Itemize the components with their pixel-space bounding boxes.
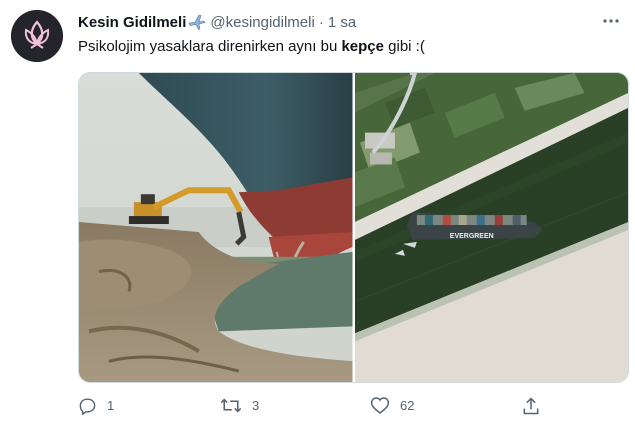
like-count: 62 bbox=[400, 398, 415, 413]
retweet-count: 3 bbox=[252, 398, 260, 413]
tweet-timestamp[interactable]: 1 sa bbox=[328, 14, 356, 31]
tweet-text: Psikolojim yasaklara direnirken aynı bu … bbox=[78, 38, 425, 55]
reply-icon bbox=[79, 398, 96, 415]
tweet-text-bold: kepçe bbox=[341, 38, 384, 55]
media-grid: EVERGREEN bbox=[78, 72, 629, 383]
separator-dot: · bbox=[318, 13, 324, 31]
heart-icon bbox=[370, 397, 390, 414]
airplane-emoji-icon bbox=[188, 14, 206, 30]
excavator-photo-image bbox=[79, 73, 353, 382]
satellite-photo-image: EVERGREEN bbox=[354, 73, 628, 382]
reply-count: 1 bbox=[107, 398, 115, 413]
lotus-logo-icon bbox=[11, 10, 63, 62]
display-name[interactable]: Kesin Gidilmeli bbox=[78, 14, 186, 31]
reply-action[interactable]: 1 bbox=[78, 396, 114, 415]
photo-excavator-ship[interactable] bbox=[79, 73, 353, 382]
more-options-icon[interactable] bbox=[601, 11, 621, 31]
photo-satellite-canal[interactable]: EVERGREEN bbox=[354, 73, 628, 382]
tweet-header: Kesin Gidilmeli @kesingidilmeli · 1 sa bbox=[78, 11, 615, 33]
tweet-text-part: Psikolojim yasaklara direnirken aynı bu bbox=[78, 38, 342, 55]
share-action[interactable] bbox=[521, 396, 541, 416]
ship-name-text: EVERGREEN bbox=[449, 233, 493, 240]
retweet-icon bbox=[220, 398, 242, 413]
retweet-action[interactable]: 3 bbox=[220, 396, 259, 415]
like-action[interactable]: 62 bbox=[370, 396, 414, 415]
tweet-actions: 1 3 62 bbox=[78, 396, 558, 420]
ship-hull-satellite: EVERGREEN bbox=[406, 212, 543, 240]
tweet-text-part: gibi :( bbox=[384, 38, 425, 55]
avatar[interactable] bbox=[11, 10, 63, 62]
user-handle[interactable]: @kesingidilmeli bbox=[210, 14, 314, 31]
share-icon bbox=[523, 397, 539, 415]
